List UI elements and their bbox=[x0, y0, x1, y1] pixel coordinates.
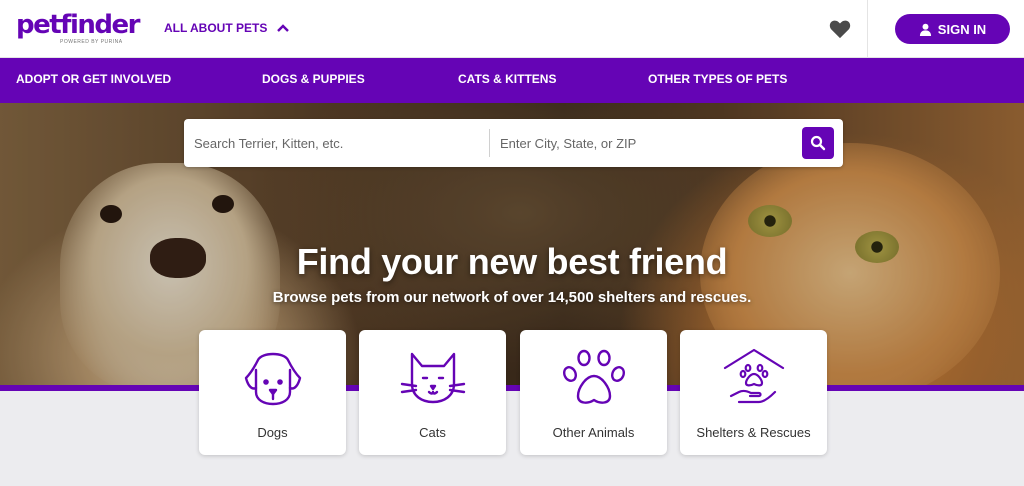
location-search-input[interactable] bbox=[490, 119, 796, 167]
chevron-up-icon bbox=[277, 24, 290, 32]
card-shelters-rescues[interactable]: Shelters & Rescues bbox=[680, 330, 827, 455]
paw-icon bbox=[562, 349, 625, 404]
logo-text: petfinder bbox=[16, 10, 140, 40]
petfinder-logo[interactable]: petfinder POWERED BY PURINA bbox=[16, 10, 140, 46]
nav-dogs-puppies[interactable]: DOGS & PUPPIES bbox=[262, 72, 365, 86]
sign-in-label: SIGN IN bbox=[937, 21, 987, 37]
search-icon bbox=[810, 135, 826, 151]
nav-cats-kittens[interactable]: CATS & KITTENS bbox=[458, 72, 556, 86]
dog-icon bbox=[244, 352, 301, 406]
card-other-animals[interactable]: Other Animals bbox=[520, 330, 667, 455]
top-header: petfinder POWERED BY PURINA ALL ABOUT PE… bbox=[0, 0, 1024, 58]
hero-banner: Find your new best friend Browse pets fr… bbox=[0, 103, 1024, 385]
cat-icon bbox=[400, 352, 465, 404]
card-dogs-label: Dogs bbox=[257, 425, 288, 440]
sign-in-button[interactable]: SIGN IN bbox=[895, 14, 1010, 44]
card-cats[interactable]: Cats bbox=[359, 330, 506, 455]
hero-bottom-strip bbox=[0, 385, 1024, 391]
pet-search-input[interactable] bbox=[184, 119, 484, 167]
card-other-animals-label: Other Animals bbox=[552, 425, 635, 440]
main-nav: ADOPT OR GET INVOLVED DOGS & PUPPIES CAT… bbox=[0, 58, 1024, 103]
card-cats-label: Cats bbox=[419, 425, 446, 440]
hero-subline: Browse pets from our network of over 14,… bbox=[272, 289, 752, 306]
heart-icon[interactable] bbox=[829, 19, 851, 39]
logo-subtitle: POWERED BY PURINA bbox=[60, 39, 123, 45]
shelter-icon bbox=[723, 348, 784, 404]
search-bar bbox=[184, 119, 843, 167]
search-button[interactable] bbox=[802, 127, 834, 159]
nav-other-pets[interactable]: OTHER TYPES OF PETS bbox=[648, 72, 787, 86]
card-shelters-rescues-label: Shelters & Rescues bbox=[696, 425, 811, 440]
hero-headline: Find your new best friend bbox=[296, 241, 728, 282]
all-about-pets-label: ALL ABOUT PETS bbox=[164, 21, 268, 35]
card-dogs[interactable]: Dogs bbox=[199, 330, 346, 455]
nav-adopt[interactable]: ADOPT OR GET INVOLVED bbox=[16, 72, 171, 86]
all-about-pets-menu[interactable]: ALL ABOUT PETS bbox=[164, 21, 290, 35]
user-icon bbox=[919, 23, 931, 36]
header-divider bbox=[867, 0, 868, 58]
